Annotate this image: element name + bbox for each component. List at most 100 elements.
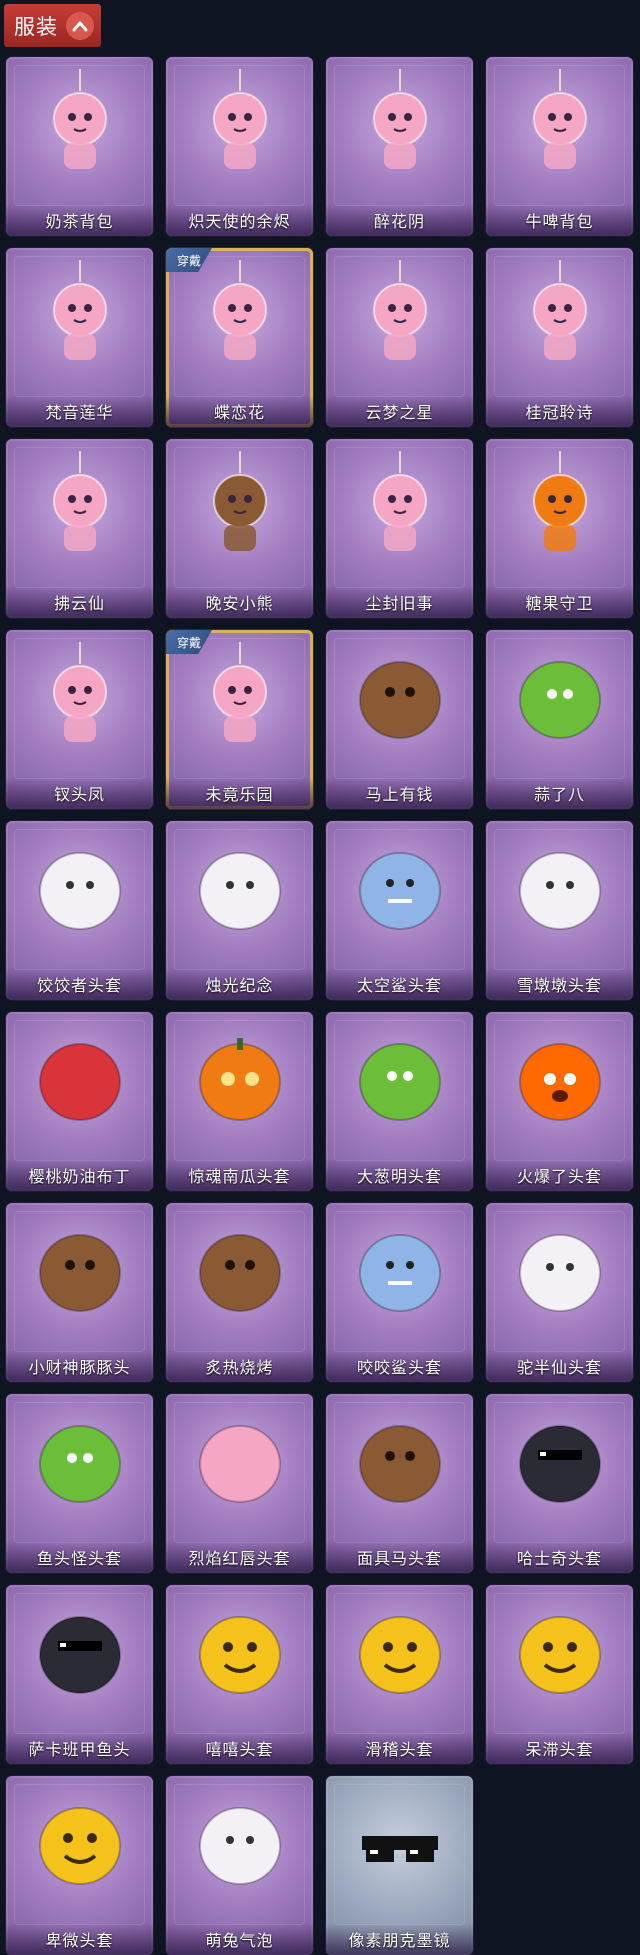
husky-head-icon bbox=[510, 1406, 610, 1516]
costume-card[interactable]: 大葱明头套 bbox=[326, 1012, 473, 1191]
costume-name: 萌兔气泡 bbox=[205, 1931, 274, 1950]
humble-emoji-head-icon bbox=[30, 1788, 130, 1898]
unicorn-cloud-icon bbox=[350, 260, 450, 370]
pikachu-head-icon bbox=[190, 1406, 290, 1516]
costume-label-bar: 卑微头套 bbox=[6, 1923, 153, 1955]
sacabambaspis-head-icon bbox=[30, 1597, 130, 1707]
costume-label-bar: 烛光纪念 bbox=[166, 968, 313, 1000]
costume-card[interactable]: 惊魂南瓜头套 bbox=[166, 1012, 313, 1191]
costume-card[interactable]: 面具马头套 bbox=[326, 1394, 473, 1573]
costume-label-bar: 醉花阴 bbox=[326, 204, 473, 236]
costume-card[interactable]: 钗头凤 bbox=[6, 630, 153, 809]
shark-head-icon bbox=[350, 1215, 450, 1325]
costume-card[interactable]: 梵音莲华 bbox=[6, 248, 153, 427]
costume-card[interactable]: 萌兔气泡 bbox=[166, 1776, 313, 1955]
costume-name: 卑微头套 bbox=[45, 1931, 114, 1950]
jester-doll-icon bbox=[190, 642, 290, 752]
costume-card[interactable]: 樱桃奶油布丁 bbox=[6, 1012, 153, 1191]
pumpkin-head-icon bbox=[190, 1024, 290, 1134]
costume-card[interactable]: 饺饺者头套 bbox=[6, 821, 153, 1000]
costume-label-bar: 哈士奇头套 bbox=[486, 1541, 633, 1573]
costume-name: 像素朋克墨镜 bbox=[348, 1931, 451, 1950]
chevron-up-icon[interactable] bbox=[66, 11, 94, 40]
costume-card[interactable]: 像素朋克墨镜 bbox=[326, 1776, 473, 1955]
grin-emoji-head-icon bbox=[190, 1597, 290, 1707]
bbq-meat-head-icon bbox=[190, 1215, 290, 1325]
costume-label-bar: 驼半仙头套 bbox=[486, 1350, 633, 1382]
costume-label-bar: 像素朋克墨镜 bbox=[326, 1923, 473, 1955]
capybara-head-icon bbox=[30, 1215, 130, 1325]
costume-label-bar: 尘封旧事 bbox=[326, 586, 473, 618]
fire-head-icon bbox=[510, 1024, 610, 1134]
costume-card[interactable]: 嘻嘻头套 bbox=[166, 1585, 313, 1764]
costume-card[interactable]: 拂云仙 bbox=[6, 439, 153, 618]
costume-name: 鱼头怪头套 bbox=[36, 1549, 122, 1568]
costume-name: 小财神豚豚头 bbox=[28, 1358, 131, 1377]
fish-head-icon bbox=[30, 1406, 130, 1516]
costume-name: 尘封旧事 bbox=[365, 594, 434, 613]
costume-card[interactable]: 呆滞头套 bbox=[486, 1585, 633, 1764]
costume-card[interactable]: 雪墩墩头套 bbox=[486, 821, 633, 1000]
costume-card[interactable]: 太空鲨头套 bbox=[326, 821, 473, 1000]
costume-name: 哈士奇头套 bbox=[516, 1549, 602, 1568]
costume-label-bar: 嘻嘻头套 bbox=[166, 1732, 313, 1764]
costume-card[interactable]: 哈士奇头套 bbox=[486, 1394, 633, 1573]
costume-card[interactable]: 卑微头套 bbox=[6, 1776, 153, 1955]
costume-label-bar: 滑稽头套 bbox=[326, 1732, 473, 1764]
costume-label-bar: 咬咬鲨头套 bbox=[326, 1350, 473, 1382]
costume-card[interactable]: 马上有钱 bbox=[326, 630, 473, 809]
costume-name: 大葱明头套 bbox=[356, 1167, 442, 1186]
costume-label-bar: 炙热烧烤 bbox=[166, 1350, 313, 1382]
costume-card[interactable]: 炙热烧烤 bbox=[166, 1203, 313, 1382]
costume-label-bar: 蒜了八 bbox=[486, 777, 633, 809]
costume-card[interactable]: 咬咬鲨头套 bbox=[326, 1203, 473, 1382]
costume-card[interactable]: 蒜了八 bbox=[486, 630, 633, 809]
costume-name: 呆滞头套 bbox=[525, 1740, 594, 1759]
horse-mask-icon bbox=[350, 1406, 450, 1516]
costume-card[interactable]: 糖果守卫 bbox=[486, 439, 633, 618]
costume-card[interactable]: 醉花阴 bbox=[326, 57, 473, 236]
costume-card[interactable]: 尘封旧事 bbox=[326, 439, 473, 618]
costume-card[interactable]: 牛啤背包 bbox=[486, 57, 633, 236]
costume-label-bar: 蝶恋花 bbox=[166, 395, 313, 427]
costume-name: 云梦之星 bbox=[365, 403, 434, 422]
costume-name: 面具马头套 bbox=[356, 1549, 442, 1568]
costume-card[interactable]: 炽天使的余烬 bbox=[166, 57, 313, 236]
costume-card[interactable]: 驼半仙头套 bbox=[486, 1203, 633, 1382]
candle-head-icon bbox=[190, 833, 290, 943]
costume-name: 醉花阴 bbox=[373, 212, 425, 231]
stunned-emoji-head-icon bbox=[510, 1597, 610, 1707]
costume-name: 蝶恋花 bbox=[213, 403, 265, 422]
pudding-head-icon bbox=[30, 1024, 130, 1134]
costume-label-bar: 鱼头怪头套 bbox=[6, 1541, 153, 1573]
costume-card[interactable]: 桂冠聆诗 bbox=[486, 248, 633, 427]
costume-label-bar: 桂冠聆诗 bbox=[486, 395, 633, 427]
costume-label-bar: 炽天使的余烬 bbox=[166, 204, 313, 236]
costume-name: 钗头凤 bbox=[53, 785, 105, 804]
laurel-doll-charm-icon bbox=[510, 260, 610, 370]
costume-category-header[interactable]: 服装 bbox=[4, 4, 101, 47]
costume-card[interactable]: 烈焰红唇头套 bbox=[166, 1394, 313, 1573]
costume-card[interactable]: 萨卡班甲鱼头 bbox=[6, 1585, 153, 1764]
costume-card[interactable]: 鱼头怪头套 bbox=[6, 1394, 153, 1573]
costume-card[interactable]: 奶茶背包 bbox=[6, 57, 153, 236]
costume-card[interactable]: 云梦之星 bbox=[326, 248, 473, 427]
dumpling-cloud-head-icon bbox=[30, 833, 130, 943]
space-shark-head-icon bbox=[350, 833, 450, 943]
costume-card[interactable]: 穿戴 未竟乐园 bbox=[166, 630, 313, 809]
costume-name: 太空鲨头套 bbox=[356, 976, 442, 995]
costume-card[interactable]: 滑稽头套 bbox=[326, 1585, 473, 1764]
costume-card[interactable]: 火爆了头套 bbox=[486, 1012, 633, 1191]
costume-name: 炽天使的余烬 bbox=[188, 212, 291, 231]
butterfly-bell-charm-icon bbox=[190, 260, 290, 370]
costume-name: 炙热烧烤 bbox=[205, 1358, 274, 1377]
silly-emoji-head-icon bbox=[350, 1597, 450, 1707]
costume-card[interactable]: 晚安小熊 bbox=[166, 439, 313, 618]
cow-beer-barrel-icon bbox=[510, 69, 610, 179]
costume-name: 烛光纪念 bbox=[205, 976, 274, 995]
costume-card[interactable]: 烛光纪念 bbox=[166, 821, 313, 1000]
costume-label-bar: 未竟乐园 bbox=[166, 777, 313, 809]
costume-label-bar: 烈焰红唇头套 bbox=[166, 1541, 313, 1573]
costume-card[interactable]: 穿戴 蝶恋花 bbox=[166, 248, 313, 427]
costume-card[interactable]: 小财神豚豚头 bbox=[6, 1203, 153, 1382]
